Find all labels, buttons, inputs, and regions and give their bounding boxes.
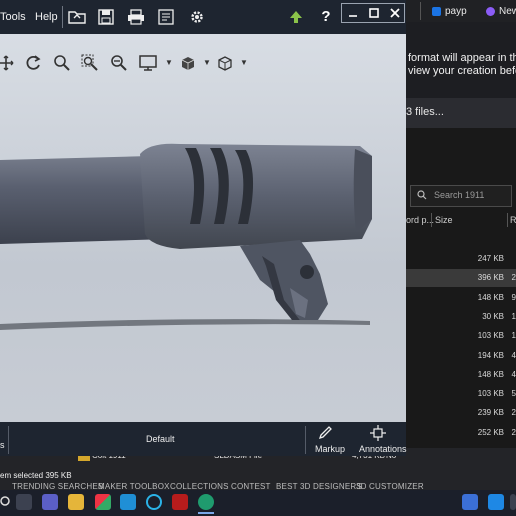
file-size-cell: 148 KB: [477, 293, 504, 302]
configuration-label[interactable]: Default: [146, 434, 175, 444]
question-mark-icon: ?: [321, 7, 331, 25]
file-extra-cell: 9: [511, 293, 516, 302]
annotation-crosshair-icon: [370, 425, 386, 441]
file-extra-cell: 5: [511, 389, 516, 398]
file-size-cell: 148 KB: [477, 370, 504, 379]
tab-divider: [420, 2, 421, 20]
column-header[interactable]: R: [510, 215, 516, 225]
annotations-label[interactable]: Annotations: [359, 444, 407, 454]
task-view-icon[interactable]: [16, 494, 32, 510]
menu-divider: [62, 6, 63, 28]
menu-tools[interactable]: Tools: [0, 11, 26, 23]
3d-model-barrel[interactable]: [0, 34, 406, 422]
help-button[interactable]: ?: [315, 7, 337, 25]
store-icon[interactable]: [95, 494, 111, 510]
file-extra-cell: 1: [511, 312, 516, 321]
properties-sheet-icon: [158, 9, 174, 25]
file-list-row[interactable]: 239 KB 2: [406, 404, 516, 422]
browser-tab-paypal[interactable]: payp: [432, 2, 467, 20]
notification-icon[interactable]: [510, 494, 516, 510]
browser-tab-label: payp: [445, 5, 467, 17]
bottom-bar-fragment: s: [0, 440, 5, 450]
printer-icon: [128, 9, 144, 25]
menu-help[interactable]: Help: [35, 11, 58, 23]
web-page-text: format will appear in the 3D: [408, 52, 516, 64]
print-button[interactable]: [125, 6, 147, 28]
file-explorer-icon[interactable]: [68, 494, 84, 510]
file-size-cell: 103 KB: [477, 331, 504, 340]
teams-icon[interactable]: [42, 494, 58, 510]
web-page-text: view your creation before do: [408, 65, 516, 77]
file-extra-cell: 2: [511, 428, 516, 437]
save-button[interactable]: [95, 6, 117, 28]
browser-tab-label: New: [499, 5, 516, 17]
explorer-search-placeholder: Search 1911: [434, 190, 485, 200]
bottom-toolbar: [0, 422, 406, 456]
column-header[interactable]: ord p...: [406, 215, 434, 225]
annotations-button[interactable]: [370, 425, 388, 441]
column-header[interactable]: Size: [435, 215, 453, 225]
file-list-row[interactable]: 103 KB 5: [406, 385, 516, 403]
files-bar-text: 3 files...: [406, 106, 444, 118]
file-extra-cell: 4: [511, 370, 516, 379]
browser-tab-new[interactable]: New: [486, 2, 516, 20]
markup-button[interactable]: [318, 426, 336, 442]
search-icon[interactable]: [0, 494, 14, 510]
column-divider: [507, 213, 508, 227]
file-list-row[interactable]: 30 KB 1: [406, 308, 516, 326]
toolbar-divider: [305, 426, 306, 454]
minimize-button[interactable]: [342, 4, 364, 22]
file-size-cell: 247 KB: [477, 254, 504, 263]
file-extra-cell: 2: [511, 408, 516, 417]
gear-icon: [191, 11, 203, 23]
open-folder-icon: [68, 11, 86, 24]
properties-button[interactable]: [155, 6, 177, 28]
column-divider: [431, 213, 432, 227]
pencil-icon: [318, 426, 332, 440]
update-button[interactable]: [285, 6, 307, 28]
file-size-cell: 396 KB: [477, 273, 504, 282]
open-folder-button[interactable]: [66, 6, 88, 28]
file-list-row[interactable]: 247 KB: [406, 250, 516, 268]
save-icon: [98, 9, 114, 25]
edge-browser-icon[interactable]: [198, 494, 214, 510]
file-extra-cell: 1: [511, 331, 516, 340]
file-list-row[interactable]: 396 KB 2: [406, 269, 516, 287]
file-extra-cell: 2: [511, 273, 516, 282]
file-extra-cell: 4: [511, 351, 516, 360]
bing-icon: [432, 6, 441, 16]
mail-icon[interactable]: [488, 494, 504, 510]
maximize-icon: [369, 8, 379, 18]
file-size-cell: 103 KB: [477, 389, 504, 398]
close-icon: [390, 8, 400, 18]
file-size-cell: 252 KB: [477, 428, 504, 437]
file-size-cell: 239 KB: [477, 408, 504, 417]
active-indicator: [198, 512, 214, 514]
search-icon: [417, 190, 427, 200]
maximize-button[interactable]: [363, 4, 385, 22]
file-list-row[interactable]: 148 KB 9: [406, 289, 516, 307]
file-list-row[interactable]: 103 KB 1: [406, 327, 516, 345]
markup-label[interactable]: Markup: [315, 444, 345, 454]
toolbar-divider: [8, 426, 9, 454]
file-list-row[interactable]: 194 KB 4: [406, 347, 516, 365]
learning-app-icon[interactable]: [120, 494, 136, 510]
cortana-icon[interactable]: [146, 494, 162, 510]
green-arrow-up-icon: [290, 11, 302, 23]
options-button[interactable]: [186, 6, 208, 28]
3d-viewport[interactable]: ▼ ▼ ▼: [0, 34, 406, 422]
minimize-icon: [349, 15, 357, 17]
file-list-row[interactable]: 148 KB 4: [406, 366, 516, 384]
file-list-row[interactable]: 252 KB 2: [406, 424, 516, 442]
close-button[interactable]: [384, 4, 406, 22]
security-app-icon[interactable]: [172, 494, 188, 510]
file-size-cell: 194 KB: [477, 351, 504, 360]
file-size-cell: 30 KB: [482, 312, 504, 321]
tab-favicon-icon: [486, 6, 495, 16]
taskbar-app-icon[interactable]: [462, 494, 478, 510]
status-bar-text: em selected 395 KB: [0, 471, 72, 480]
